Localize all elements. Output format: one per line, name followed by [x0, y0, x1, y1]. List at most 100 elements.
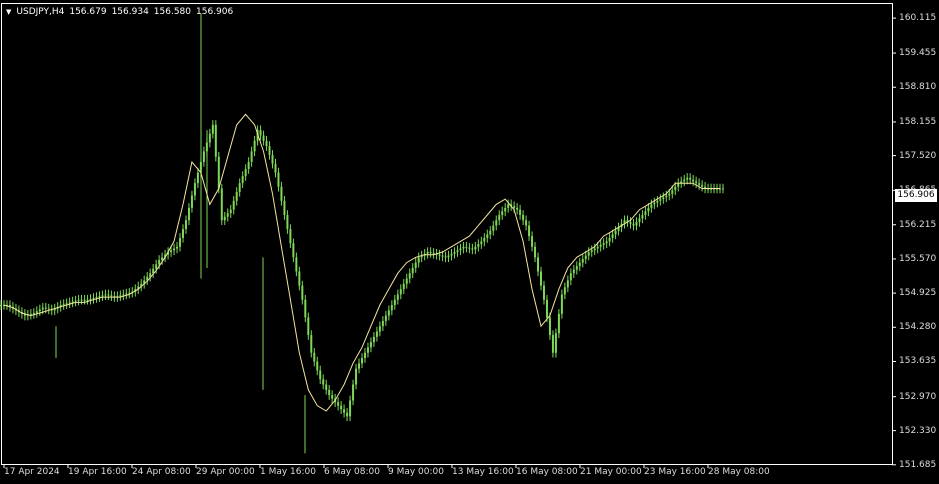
- candle-body: [462, 246, 465, 249]
- price-tick-label: 154.925: [899, 288, 937, 299]
- candle-body: [674, 186, 677, 191]
- current-price-tag: 156.906: [895, 189, 937, 202]
- candle-body: [432, 252, 435, 254]
- candle-body: [304, 299, 307, 318]
- candle-body: [531, 236, 534, 247]
- candle-body: [590, 250, 593, 253]
- candle-body: [560, 294, 563, 314]
- candle-body: [196, 172, 199, 184]
- chart-window[interactable]: ▼ USDJPY,H4 156.679 156.934 156.580 156.…: [0, 0, 939, 484]
- candle-body: [605, 241, 608, 244]
- candle-body: [540, 271, 542, 286]
- candle-body: [417, 257, 420, 263]
- time-tick-label: 24 Apr 08:00: [132, 467, 191, 477]
- candle-body: [0, 305, 3, 307]
- candle-body: [372, 336, 375, 343]
- candle-body: [587, 252, 590, 256]
- candle-body: [292, 243, 295, 258]
- candle-body: [483, 237, 486, 242]
- time-tick-label: 6 May 08:00: [324, 467, 380, 477]
- candle-body: [83, 299, 86, 301]
- candle-body: [650, 204, 653, 208]
- candle-series: [0, 13, 724, 454]
- candle-body: [161, 257, 164, 260]
- candle-body: [101, 295, 104, 297]
- candle-body: [313, 352, 316, 362]
- open-value: 156.679: [69, 7, 107, 17]
- candle-body: [107, 294, 110, 296]
- candle-body: [698, 183, 701, 185]
- price-tick-label: 153.635: [899, 356, 937, 367]
- candle-body: [268, 146, 271, 155]
- candle-body: [179, 237, 182, 247]
- plot-border: [1, 3, 893, 465]
- candle-body: [298, 271, 301, 286]
- candle-body: [319, 370, 322, 380]
- time-tick-label: 21 May 00:00: [580, 467, 642, 477]
- candle-body: [638, 218, 641, 223]
- candle-body: [554, 333, 557, 353]
- price-tick-label: 151.685: [899, 459, 937, 470]
- close-value: 156.906: [196, 7, 234, 17]
- candle-body: [525, 220, 528, 226]
- candle-body: [176, 246, 179, 249]
- triangle-down-icon[interactable]: ▼: [6, 7, 11, 18]
- candle-body: [542, 285, 545, 300]
- candle-body: [375, 331, 378, 337]
- candle-body: [581, 259, 584, 263]
- candle-body: [125, 293, 128, 295]
- candle-body: [241, 176, 244, 184]
- candle-body: [387, 310, 390, 316]
- candle-body: [155, 264, 158, 269]
- candle-body: [184, 220, 187, 230]
- candle-body: [325, 384, 328, 390]
- candle-body: [596, 246, 599, 249]
- candle-body: [190, 195, 193, 208]
- candle-body: [635, 222, 638, 226]
- candle-body: [489, 230, 492, 235]
- candle-body: [223, 216, 226, 221]
- candle-body: [352, 384, 355, 401]
- candle-body: [519, 209, 522, 215]
- candle-body: [355, 368, 358, 385]
- candle-body: [182, 229, 184, 238]
- time-tick-label: 16 May 08:00: [516, 467, 578, 477]
- candle-body: [366, 347, 369, 353]
- candle-body: [453, 252, 456, 254]
- price-chart[interactable]: [0, 0, 939, 484]
- time-tick-label: 29 Apr 00:00: [196, 467, 255, 477]
- candle-body: [665, 195, 668, 198]
- candle-body: [465, 246, 468, 248]
- time-tick-label: 23 May 16:00: [644, 467, 706, 477]
- candle-body: [578, 262, 581, 267]
- candle-body: [328, 389, 331, 396]
- candle-body: [569, 273, 572, 281]
- candle-body: [295, 257, 298, 272]
- candle-body: [170, 250, 173, 253]
- candle-body: [229, 209, 232, 214]
- candle-body: [77, 299, 80, 301]
- candle-body: [441, 255, 444, 257]
- candle-body: [86, 299, 89, 301]
- candle-body: [686, 177, 689, 180]
- candle-body: [35, 311, 38, 313]
- candle-body: [662, 197, 665, 200]
- candle-body: [110, 295, 113, 297]
- candle-body: [390, 305, 393, 311]
- candle-body: [671, 190, 674, 194]
- candle-body: [250, 151, 253, 162]
- candle-body: [572, 269, 575, 274]
- candle-body: [411, 267, 414, 274]
- price-tick-label: 157.520: [899, 150, 937, 161]
- candle-body: [545, 299, 548, 318]
- candle-body: [122, 294, 125, 296]
- candle-body: [498, 214, 501, 221]
- candle-body: [513, 206, 516, 208]
- candle-body: [220, 188, 223, 221]
- candle-body: [399, 289, 402, 295]
- candle-body: [444, 256, 447, 258]
- candle-body: [653, 202, 656, 205]
- candle-body: [408, 273, 411, 279]
- candle-body: [62, 304, 65, 306]
- candle-body: [534, 246, 537, 258]
